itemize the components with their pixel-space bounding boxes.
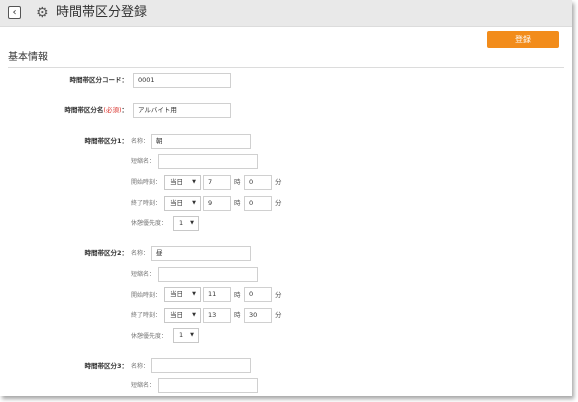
code-input[interactable]: 0001: [133, 73, 231, 88]
slot1-name-input[interactable]: 朝: [151, 134, 251, 149]
minute-unit: 分: [275, 311, 282, 319]
slot2-end-day-select[interactable]: 当日 ▼: [164, 308, 201, 323]
caret-down-icon: ▼: [192, 200, 196, 206]
register-button[interactable]: 登録: [487, 31, 559, 48]
hour-unit: 時: [234, 178, 241, 186]
slot1-end-label: 終了時刻：: [131, 200, 162, 207]
caret-down-icon: ▼: [190, 220, 194, 226]
slot2-end-day-value: 当日: [170, 311, 183, 319]
slot2-start-label: 開始時刻：: [131, 292, 162, 299]
slot1-end-hour-input[interactable]: 9: [203, 196, 231, 211]
slot1-start-day-value: 当日: [170, 178, 183, 186]
slot3-short-label: 短縮名：: [131, 382, 156, 389]
code-label: 時間帯区分コード：: [69, 76, 129, 84]
name-label-suffix: ：: [121, 106, 129, 114]
slot2-end-hour-input[interactable]: 13: [203, 308, 231, 323]
slot2-short-label: 短縮名：: [131, 271, 156, 278]
slot1-name-label: 名称：: [131, 138, 150, 145]
section-divider: [8, 67, 564, 68]
caret-down-icon: ▼: [190, 332, 194, 338]
slot1-short-input[interactable]: [158, 154, 258, 169]
slot1-start-min-input[interactable]: 0: [244, 175, 272, 190]
slot2-start-hour-input[interactable]: 11: [203, 287, 231, 302]
name-input[interactable]: アルバイト用: [133, 103, 231, 118]
slot1-priority-label: 休憩優先度：: [131, 220, 168, 227]
slot1-end-day-value: 当日: [170, 199, 183, 207]
slot1-start-label: 開始時刻：: [131, 179, 162, 186]
slot2-end-label: 終了時刻：: [131, 312, 162, 319]
gear-icon: ⚙: [36, 5, 49, 21]
caret-down-icon: ▼: [192, 179, 196, 185]
minute-unit: 分: [275, 178, 282, 186]
hour-unit: 時: [234, 291, 241, 299]
slot2-start-min-input[interactable]: 0: [244, 287, 272, 302]
slot2-priority-value: 1: [179, 331, 184, 339]
header-bar: ‹ ⚙ 時間帯区分登録: [0, 0, 572, 27]
required-mark: (必須): [103, 106, 122, 114]
chevron-left-icon[interactable]: ‹: [8, 6, 21, 19]
slot2-priority-label: 休憩優先度：: [131, 333, 168, 340]
slot2-name-input[interactable]: 昼: [151, 246, 251, 261]
slot1-priority-value: 1: [179, 219, 184, 227]
slot2-start-day-select[interactable]: 当日 ▼: [164, 287, 201, 302]
slot2-start-day-value: 当日: [170, 290, 183, 298]
slot2-priority-select[interactable]: 1 ▼: [173, 328, 199, 343]
slot3-name-input[interactable]: [151, 358, 251, 373]
slot1-start-day-select[interactable]: 当日 ▼: [164, 175, 201, 190]
hour-unit: 時: [234, 311, 241, 319]
slot3-short-input[interactable]: [158, 378, 258, 393]
slot2-short-input[interactable]: [158, 267, 258, 282]
slot1-priority-select[interactable]: 1 ▼: [173, 216, 199, 231]
caret-down-icon: ▼: [192, 312, 196, 318]
name-label-text: 時間帯区分名: [64, 106, 104, 114]
section-title: 基本情報: [8, 52, 48, 63]
slot1-short-label: 短縮名：: [131, 158, 156, 165]
slot1-end-day-select[interactable]: 当日 ▼: [164, 196, 201, 211]
slot2-end-min-input[interactable]: 30: [244, 308, 272, 323]
minute-unit: 分: [275, 199, 282, 207]
caret-down-icon: ▼: [192, 291, 196, 297]
slot1-start-hour-input[interactable]: 7: [203, 175, 231, 190]
slot3-name-label: 名称：: [131, 363, 150, 370]
page-title: 時間帯区分登録: [56, 5, 148, 20]
minute-unit: 分: [275, 291, 282, 299]
slot3-label: 時間帯区分3：: [84, 362, 128, 370]
page-frame: ‹ ⚙ 時間帯区分登録 登録 基本情報 時間帯区分コード： 0001 時間帯区分…: [0, 0, 572, 396]
slot1-end-min-input[interactable]: 0: [244, 196, 272, 211]
hour-unit: 時: [234, 199, 241, 207]
slot1-label: 時間帯区分1：: [84, 137, 128, 145]
slot2-name-label: 名称：: [131, 250, 150, 257]
slot2-label: 時間帯区分2：: [84, 249, 128, 257]
name-label: 時間帯区分名(必須)：: [64, 106, 128, 115]
